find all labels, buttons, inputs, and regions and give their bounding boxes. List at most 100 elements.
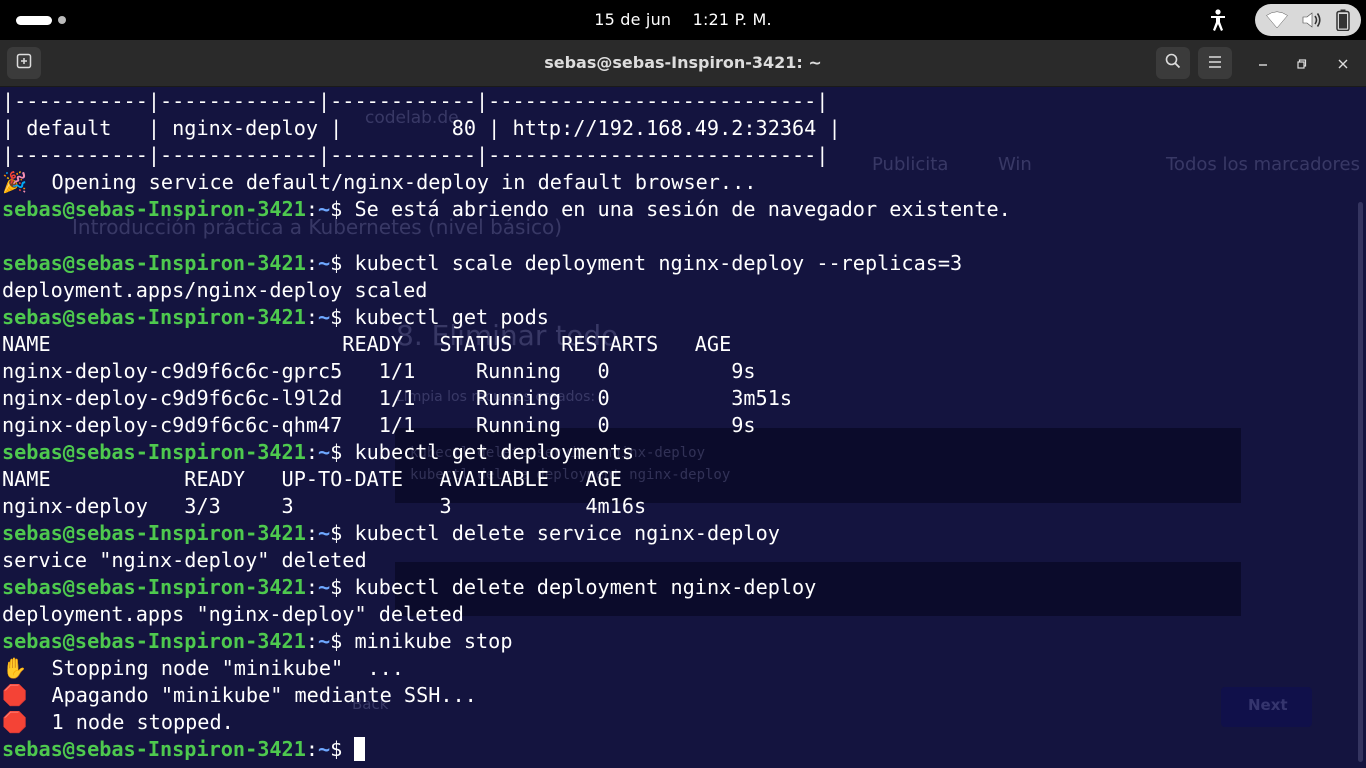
terminal-line: sebas@sebas-Inspiron-3421:~$ kubectl get… <box>2 439 1011 466</box>
terminal-line: NAME READY UP-TO-DATE AVAILABLE AGE <box>2 466 1011 493</box>
output-text: deployment.apps "nginx-deploy" deleted <box>2 602 464 626</box>
terminal-scrollbar[interactable] <box>1358 202 1363 762</box>
output-text: nginx-deploy-c9d9f6c6c-l9l2d 1/1 Running… <box>2 386 793 410</box>
prompt-path: ~ <box>318 737 331 761</box>
output-text: |-----------|-------------|------------|… <box>2 89 829 113</box>
menu-button[interactable] <box>1198 47 1232 79</box>
command-text: kubectl delete deployment nginx-deploy <box>354 575 817 599</box>
terminal-line: sebas@sebas-Inspiron-3421:~$ kubectl sca… <box>2 250 1011 277</box>
terminal-line: nginx-deploy 3/3 3 3 4m16s <box>2 493 1011 520</box>
battery-icon <box>1336 9 1351 31</box>
terminal-line: 🎉 Opening service default/nginx-deploy i… <box>2 169 1011 196</box>
output-text: Apagando "minikube" mediante SSH... <box>27 683 477 707</box>
terminal-view[interactable]: codelab.de Publicita Win Todos los marca… <box>0 87 1366 768</box>
terminal-line: |-----------|-------------|------------|… <box>2 88 1011 115</box>
prompt-user: sebas@sebas-Inspiron-3421 <box>2 251 306 275</box>
prompt-dollar: $ <box>330 440 355 464</box>
prompt-dollar: $ <box>330 521 355 545</box>
prompt-dollar: $ <box>330 197 355 221</box>
output-text: nginx-deploy-c9d9f6c6c-qhm47 1/1 Running… <box>2 413 756 437</box>
output-text: | default | nginx-deploy | 80 | http://1… <box>2 116 841 140</box>
prompt-path: ~ <box>318 305 331 329</box>
system-top-bar: 15 de jun 1:21 P. M. <box>0 0 1366 40</box>
date-label: 15 de jun <box>594 10 672 29</box>
output-text: NAME READY UP-TO-DATE AVAILABLE AGE <box>2 467 622 491</box>
system-status-menu[interactable] <box>1255 4 1361 36</box>
command-text: minikube stop <box>354 629 513 653</box>
terminal-line: nginx-deploy-c9d9f6c6c-gprc5 1/1 Running… <box>2 358 1011 385</box>
command-text: Se está abriendo en una sesión de navega… <box>354 197 1011 221</box>
command-text: kubectl get pods <box>354 305 549 329</box>
terminal-headerbar: sebas@sebas-Inspiron-3421: ~ <box>0 40 1366 87</box>
terminal-output: |-----------|-------------|------------|… <box>2 88 1011 763</box>
prompt-path: ~ <box>318 440 331 464</box>
prompt-path: ~ <box>318 629 331 653</box>
terminal-line: deployment.apps/nginx-deploy scaled <box>2 277 1011 304</box>
prompt-separator: : <box>305 197 319 221</box>
output-text: NAME READY STATUS RESTARTS AGE <box>2 332 732 356</box>
prompt-separator: : <box>305 305 319 329</box>
terminal-line: sebas@sebas-Inspiron-3421:~$ kubectl del… <box>2 574 1011 601</box>
output-text: Opening service default/nginx-deploy in … <box>27 170 757 194</box>
status-emoji-icon: ✋ <box>2 656 28 680</box>
wifi-icon <box>1265 11 1288 29</box>
prompt-user: sebas@sebas-Inspiron-3421 <box>2 629 306 653</box>
close-icon <box>1338 54 1348 73</box>
output-text: deployment.apps/nginx-deploy scaled <box>2 278 428 302</box>
terminal-line: service "nginx-deploy" deleted <box>2 547 1011 574</box>
prompt-separator: : <box>305 575 319 599</box>
bg-bookmark-3: Todos los marcadores <box>1166 154 1360 175</box>
minimize-button[interactable] <box>1249 49 1277 77</box>
search-icon <box>1165 53 1181 73</box>
prompt-separator: : <box>305 251 319 275</box>
prompt-user: sebas@sebas-Inspiron-3421 <box>2 737 306 761</box>
output-text: 1 node stopped. <box>27 710 234 734</box>
terminal-line: nginx-deploy-c9d9f6c6c-l9l2d 1/1 Running… <box>2 385 1011 412</box>
terminal-line: | default | nginx-deploy | 80 | http://1… <box>2 115 1011 142</box>
status-emoji-icon: 🛑 <box>2 710 28 734</box>
search-button[interactable] <box>1156 47 1190 79</box>
terminal-line: 🛑 1 node stopped. <box>2 709 1011 736</box>
terminal-line: deployment.apps "nginx-deploy" deleted <box>2 601 1011 628</box>
prompt-user: sebas@sebas-Inspiron-3421 <box>2 305 306 329</box>
clock[interactable]: 15 de jun 1:21 P. M. <box>0 10 1366 29</box>
prompt-dollar: $ <box>330 575 355 599</box>
prompt-user: sebas@sebas-Inspiron-3421 <box>2 575 306 599</box>
prompt-separator: : <box>305 737 319 761</box>
prompt-separator: : <box>305 440 319 464</box>
prompt-path: ~ <box>318 521 331 545</box>
terminal-line: nginx-deploy-c9d9f6c6c-qhm47 1/1 Running… <box>2 412 1011 439</box>
terminal-line: sebas@sebas-Inspiron-3421:~$ kubectl get… <box>2 304 1011 331</box>
bg-next-button: Next <box>1248 696 1288 714</box>
terminal-line: NAME READY STATUS RESTARTS AGE <box>2 331 1011 358</box>
prompt-user: sebas@sebas-Inspiron-3421 <box>2 440 306 464</box>
prompt-user: sebas@sebas-Inspiron-3421 <box>2 197 306 221</box>
prompt-path: ~ <box>318 251 331 275</box>
terminal-line: sebas@sebas-Inspiron-3421:~$ kubectl del… <box>2 520 1011 547</box>
terminal-line: ✋ Stopping node "minikube" ... <box>2 655 1011 682</box>
terminal-line: |-----------|-------------|------------|… <box>2 142 1011 169</box>
prompt-separator: : <box>305 521 319 545</box>
output-text: nginx-deploy 3/3 3 3 4m16s <box>2 494 647 518</box>
status-emoji-icon: 🛑 <box>2 683 28 707</box>
command-text: kubectl scale deployment nginx-deploy --… <box>354 251 963 275</box>
maximize-button[interactable] <box>1288 49 1316 77</box>
prompt-dollar: $ <box>330 737 355 761</box>
status-emoji-icon: 🎉 <box>2 170 28 194</box>
time-label: 1:21 P. M. <box>692 10 772 29</box>
output-text: nginx-deploy-c9d9f6c6c-gprc5 1/1 Running… <box>2 359 756 383</box>
command-text: kubectl delete service nginx-deploy <box>354 521 780 545</box>
output-text: |-----------|-------------|------------|… <box>2 143 829 167</box>
prompt-separator: : <box>305 629 319 653</box>
volume-icon <box>1301 11 1323 29</box>
close-button[interactable] <box>1329 49 1357 77</box>
prompt-user: sebas@sebas-Inspiron-3421 <box>2 521 306 545</box>
text-cursor <box>354 737 366 761</box>
terminal-line: 🛑 Apagando "minikube" mediante SSH... <box>2 682 1011 709</box>
prompt-path: ~ <box>318 197 331 221</box>
prompt-dollar: $ <box>330 251 355 275</box>
accessibility-icon[interactable] <box>1208 8 1228 32</box>
output-text: service "nginx-deploy" deleted <box>2 548 367 572</box>
terminal-line: sebas@sebas-Inspiron-3421:~$ <box>2 736 1011 763</box>
